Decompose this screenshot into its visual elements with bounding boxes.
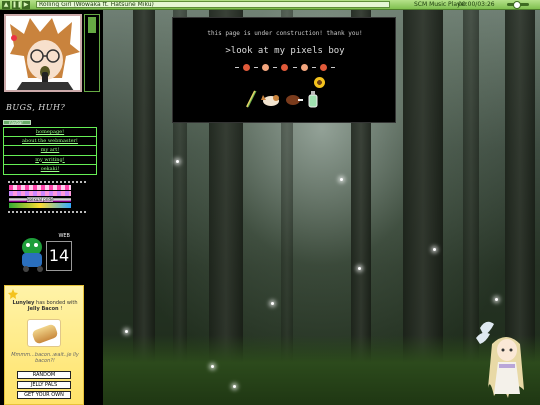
divider [8, 211, 88, 213]
nav-badge: navbar [3, 120, 31, 125]
asexual-pride-stamp: asexual pride [9, 197, 71, 202]
nav-link-art[interactable]: my art! [3, 146, 97, 156]
nav-link-oekaki[interactable]: oekaki! [3, 165, 97, 175]
construction-panel: this page is under construction! thank y… [172, 17, 396, 123]
stamp-green [9, 203, 71, 208]
apple-icon [243, 64, 251, 71]
angel-girl-sprite [476, 321, 524, 398]
peach-icon [262, 64, 270, 71]
divider [8, 181, 88, 183]
jelly-pals-button[interactable]: JELLY PALS [17, 381, 71, 389]
track-time: 00:00/03:26 [458, 1, 495, 8]
volume-slider[interactable] [507, 1, 529, 9]
nav-link-homepage[interactable]: homepage! [3, 127, 97, 137]
stamp-pink [9, 185, 71, 190]
adopt-text-end: ! [60, 306, 63, 312]
star-icon [8, 289, 18, 299]
pixels-heading: >look at my pixels boy [225, 46, 345, 56]
nav-menu: homepage! about the webmaster! my art! m… [3, 127, 97, 175]
avatar [4, 14, 82, 92]
track-title: Rolling Girl (Wowaka ft. Hatsune Miku) [36, 1, 390, 8]
sidebar-tagline: BUGS, HUH? [6, 103, 66, 112]
fruit-pixel-row [235, 64, 335, 71]
get-your-own-button[interactable]: GET YOUR OWN [17, 391, 71, 399]
web14-number: 14 [46, 241, 72, 271]
apple-icon [319, 64, 327, 71]
jelly-bacon-pet-image [27, 319, 61, 347]
sidebar: BUGS, HUH? navbar homepage! about the we… [0, 10, 103, 405]
nav-link-writing[interactable]: my writing! [3, 155, 97, 165]
wand-icon [246, 90, 257, 108]
adopt-message: Lunyley has bonded with Jelly Bacon ! [8, 300, 82, 312]
music-player-bar: ▲ ❚❚ ▶ Rolling Girl (Wowaka ft. Hatsune … [0, 0, 540, 10]
apple-icon [281, 64, 289, 71]
pet-quote: Mmmm...bacon..wait..je lly bacon?! [11, 352, 79, 364]
meat-icon [286, 95, 303, 105]
avatar-scroll-widget[interactable] [84, 14, 100, 92]
play-pause-button[interactable]: ❚❚ [12, 0, 22, 9]
web14-label: WEB [58, 233, 70, 239]
adoptable-pet-widget: Lunyley has bonded with Jelly Bacon ! Mm… [4, 285, 84, 405]
peach-icon [300, 64, 308, 71]
potion-icon [308, 91, 318, 108]
web14-badge[interactable]: WEB 14 [18, 233, 76, 273]
next-track-button[interactable]: ▶ [22, 0, 30, 9]
pixel-items-row [245, 89, 325, 109]
pride-label: asexual pride [26, 197, 54, 202]
stamp-purple [9, 191, 71, 196]
random-button[interactable]: RANDOM [17, 371, 71, 379]
music-player-menu-icon[interactable]: ▲ [2, 0, 10, 9]
sunflower-icon [314, 77, 325, 88]
nav-link-about[interactable]: about the webmaster! [3, 136, 97, 146]
construction-notice: this page is under construction! thank y… [207, 30, 363, 37]
fox-icon [261, 95, 279, 106]
pet-name: Jelly Bacon [27, 306, 59, 312]
gorilla-icon [22, 238, 43, 272]
